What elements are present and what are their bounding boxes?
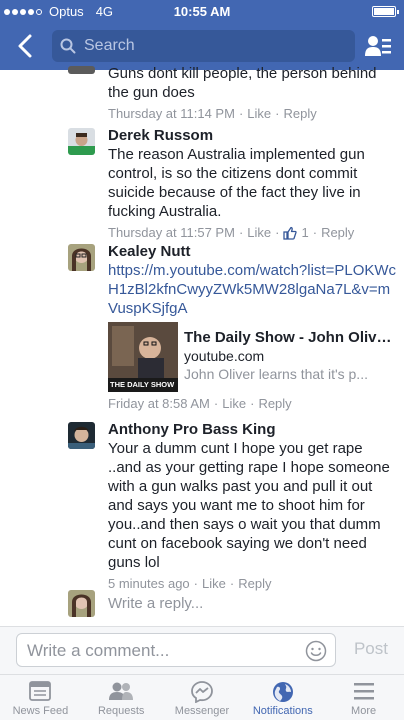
comment-input[interactable] [27,640,297,662]
reply-placeholder[interactable]: Write a reply... [108,595,203,612]
news-feed-icon [29,681,52,701]
avatar [68,590,95,617]
comment-text: Your a dumm cunt I hope you get rape ..a… [108,440,390,571]
globe-icon [272,682,293,702]
search-input[interactable] [84,37,324,55]
avatar[interactable] [68,128,95,155]
clock: 10:55 AM [173,4,231,19]
comment-timestamp: Thursday at 11:14 PM [108,106,235,121]
avatar[interactable] [68,422,95,449]
video-thumbnail: THE DAILY SHOW [108,322,178,392]
comment-meta: Thursday at 11:57 PM · Like · 1 · Reply [108,224,355,241]
like-link[interactable]: Like [247,105,271,122]
tab-label: Notifications [252,705,313,717]
menu-icon [353,683,374,700]
preview-description: John Oliver learns that it's p... [184,366,368,382]
comment-meta: Thursday at 11:14 PM · Like · Reply [108,105,317,122]
tab-notifications[interactable]: Notifications [242,675,323,720]
like-link[interactable]: Like [247,224,271,241]
reply-composer[interactable]: Write a reply... [68,590,398,617]
reply-link[interactable]: Reply [283,105,316,122]
commenter-name[interactable]: Anthony Pro Bass King [108,420,398,439]
tab-news-feed[interactable]: News Feed [0,675,81,720]
friends-list-icon[interactable] [364,33,392,59]
comment-text: The reason Australia implemented gun con… [108,146,365,220]
comment-text: Guns dont kill people, the person behind… [108,65,377,101]
search-icon [60,38,76,54]
messenger-icon [191,681,213,703]
reply-link[interactable]: Reply [258,395,291,412]
comment-input-box[interactable] [16,633,336,667]
top-navigation-bar: Optus 4G 10:55 AM [0,0,404,70]
preview-title: The Daily Show - John Oliver... [184,329,396,346]
tab-label: More [351,705,377,717]
tab-messenger[interactable]: Messenger [162,675,243,720]
likes-count: 1 [301,225,309,240]
emoji-icon[interactable] [305,640,327,662]
tab-label: News Feed [12,705,69,717]
comment-timestamp: Friday at 8:58 AM [108,396,210,411]
reply-link[interactable]: Reply [321,224,354,241]
tab-label: Messenger [174,705,230,717]
tab-more[interactable]: More [323,675,404,720]
commenter-name[interactable]: Kealey Nutt [108,242,398,261]
comment-timestamp: Thursday at 11:57 PM [108,225,235,240]
bottom-tab-bar: News Feed Requests Messenger Notificatio… [0,674,404,720]
commenter-name[interactable]: Derek Russom [108,126,398,145]
search-bar[interactable] [52,30,355,62]
requests-icon [109,682,134,700]
preview-domain: youtube.com [184,348,265,364]
tab-label: Requests [97,705,145,717]
tab-requests[interactable]: Requests [81,675,162,720]
thumbnail-caption: THE DAILY SHOW [108,378,178,392]
like-link[interactable]: Like [222,395,246,412]
post-button[interactable]: Post [354,639,388,659]
app-screen: Optus 4G 10:55 AM Search Guns dont kill … [0,0,404,720]
back-arrow-icon[interactable] [14,33,38,59]
battery-icon [372,6,399,17]
comment-composer: Post [0,626,404,674]
link-preview-card[interactable]: THE DAILY SHOW The Daily Show - John Oli… [108,322,398,392]
avatar [68,66,95,74]
avatar[interactable] [68,244,95,271]
comment-meta: Friday at 8:58 AM · Like · Reply [108,395,292,412]
status-bar: Optus 4G 10:55 AM [0,0,404,22]
comment-link[interactable]: https://m.youtube.com/watch?list=PLOKWcH… [108,261,398,318]
thumbs-up-icon [283,226,298,240]
